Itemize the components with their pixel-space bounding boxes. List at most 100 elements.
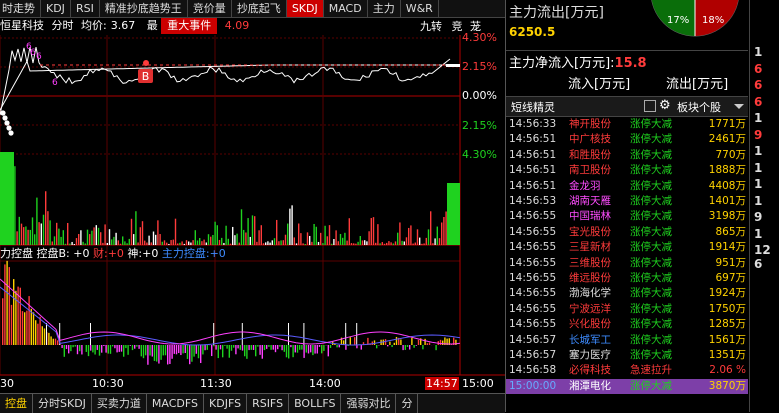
bottom-tab-7[interactable]: 强弱对比 xyxy=(341,394,396,413)
indicator-bar xyxy=(99,345,100,356)
top-tab-2[interactable]: RSI xyxy=(71,0,100,17)
indicator-bar xyxy=(306,345,307,353)
indicator-bar xyxy=(394,343,395,345)
volume-bar xyxy=(111,239,112,245)
indicator-bar xyxy=(37,324,38,345)
volume-bar xyxy=(137,242,138,245)
volume-bar xyxy=(324,226,325,245)
chevron-down-icon[interactable] xyxy=(734,104,744,109)
side-number: 9 xyxy=(754,128,762,142)
news-row[interactable]: 14:56:55渤海化学涨停大减1924万 xyxy=(506,286,748,301)
news-row[interactable]: 15:00:00湘潭电化涨停大减3870万 xyxy=(506,379,748,394)
volume-bar xyxy=(56,223,57,245)
news-value: 4408万 xyxy=(709,179,746,194)
bottom-tab-5[interactable]: RSIFS xyxy=(247,394,289,413)
news-row[interactable]: 14:56:55宝光股份涨停大减865万 xyxy=(506,225,748,240)
pct-axis-top: 4.30% xyxy=(462,31,497,44)
bottom-tab-4[interactable]: KDJFS xyxy=(204,394,247,413)
top-tab-6[interactable]: SKDJ xyxy=(287,0,324,17)
indicator-bar xyxy=(187,345,188,359)
volume-bar xyxy=(159,234,160,245)
bottom-tab-0[interactable]: 控盘 xyxy=(0,394,33,413)
volume-bar xyxy=(441,223,442,246)
news-time: 14:56:55 xyxy=(509,271,556,286)
news-row[interactable]: 14:56:55兴化股份涨停大减1285万 xyxy=(506,317,748,332)
news-value: 1401万 xyxy=(709,194,746,209)
top-tab-3[interactable]: 精准抄底趋势王 xyxy=(100,0,188,17)
news-row[interactable]: 14:56:55宁波远洋涨停大减1750万 xyxy=(506,302,748,317)
news-row[interactable]: 14:56:55中国瑞林涨停大减3198万 xyxy=(506,209,748,224)
outflow-header: 流出[万元] xyxy=(666,73,728,92)
news-row[interactable]: 14:56:55维远股份涨停大减697万 xyxy=(506,271,748,286)
indicator-bar xyxy=(39,317,40,345)
top-tab-8[interactable]: 主力 xyxy=(368,0,401,17)
news-row[interactable]: 14:56:51南卫股份涨停大减1888万 xyxy=(506,163,748,178)
news-type: 涨停大减 xyxy=(630,333,672,348)
top-tab-7[interactable]: MACD xyxy=(324,0,368,17)
volume-bar xyxy=(27,230,28,245)
indicator-bar xyxy=(110,345,111,354)
bottom-tab-3[interactable]: MACDFS xyxy=(147,394,204,413)
indicator-bar xyxy=(240,345,241,350)
volume-bar xyxy=(247,218,248,245)
top-tab-9[interactable]: W&R xyxy=(401,0,439,17)
gear-icon[interactable]: ⚙ xyxy=(659,98,671,113)
bottom-tab-6[interactable]: BOLLFS xyxy=(289,394,341,413)
bottom-tab-2[interactable]: 买卖力道 xyxy=(92,394,147,413)
indicator-bar xyxy=(328,345,329,356)
indicator-bar xyxy=(174,345,175,354)
news-type: 涨停大减 xyxy=(630,348,672,363)
indicator-bar xyxy=(207,345,208,350)
volume-bar xyxy=(82,242,83,245)
top-tab-5[interactable]: 抄底起飞 xyxy=(232,0,287,17)
top-tab-1[interactable]: KDJ xyxy=(41,0,71,17)
indicator-bar xyxy=(295,345,296,352)
volume-bar xyxy=(104,224,105,245)
news-row[interactable]: 14:56:55三星新材涨停大减1914万 xyxy=(506,240,748,255)
sector-stock-button[interactable]: 板块个股 xyxy=(677,99,721,115)
indicator-bar xyxy=(244,345,245,356)
volume-bar xyxy=(287,224,288,245)
bottom-tab-1[interactable]: 分时SKDJ xyxy=(33,394,92,413)
indicator-spike xyxy=(90,323,91,345)
news-row[interactable]: 14:56:57塞力医疗涨停大减1351万 xyxy=(506,348,748,363)
nine-turn-button[interactable]: 九转 xyxy=(420,20,442,33)
indicator-bar xyxy=(167,345,168,364)
indicator-bar xyxy=(290,345,291,347)
intraday-chart[interactable]: B6666 xyxy=(0,35,505,393)
news-row[interactable]: 14:56:51中广核技涨停大减2461万 xyxy=(506,132,748,147)
news-type: 涨停大减 xyxy=(630,240,672,255)
bottom-tab-8[interactable]: 分 xyxy=(396,394,418,413)
news-row[interactable]: 14:56:51和胜股份涨停大减770万 xyxy=(506,148,748,163)
expand-icon[interactable] xyxy=(644,100,656,112)
news-row[interactable]: 14:56:33神开股份涨停大减1771万 xyxy=(506,117,748,132)
indicator-bar xyxy=(50,336,51,345)
indicator-bar xyxy=(270,345,271,350)
indicator-bar xyxy=(70,345,71,351)
news-row[interactable]: 14:56:57长城军工涨停大减1561万 xyxy=(506,333,748,348)
main-outflow-value: 6250.5 xyxy=(509,25,555,39)
volume-bar xyxy=(410,225,411,245)
news-value: 865万 xyxy=(715,225,746,240)
indicator-bar xyxy=(9,267,10,345)
volume-bar xyxy=(329,225,330,245)
news-row[interactable]: 14:56:51金龙羽涨停大减4408万 xyxy=(506,179,748,194)
top-tab-0[interactable]: 时走势 xyxy=(0,0,41,17)
volume-bar xyxy=(437,227,438,245)
news-time: 14:56:55 xyxy=(509,240,556,255)
news-time: 14:56:51 xyxy=(509,163,556,178)
volume-bar xyxy=(417,229,418,245)
volume-bar xyxy=(188,241,189,245)
major-events-tab[interactable]: 重大事件 xyxy=(161,18,217,34)
indicator-spike xyxy=(46,323,47,345)
news-stock-name: 必得科技 xyxy=(569,363,611,378)
auction-button[interactable]: 竞 xyxy=(452,20,463,33)
news-row[interactable]: 14:56:58必得科技急速拉升2.06 % xyxy=(506,363,748,378)
pct-axis-lower: 2.15% xyxy=(462,119,497,132)
news-row[interactable]: 14:56:53湖南天雁涨停大减1401万 xyxy=(506,194,748,209)
top-tab-4[interactable]: 竞价量 xyxy=(188,0,232,17)
volume-bar xyxy=(302,243,303,245)
news-row[interactable]: 14:56:55三维股份涨停大减951万 xyxy=(506,256,748,271)
volume-bar xyxy=(252,215,253,245)
indicator-bar xyxy=(169,345,170,364)
